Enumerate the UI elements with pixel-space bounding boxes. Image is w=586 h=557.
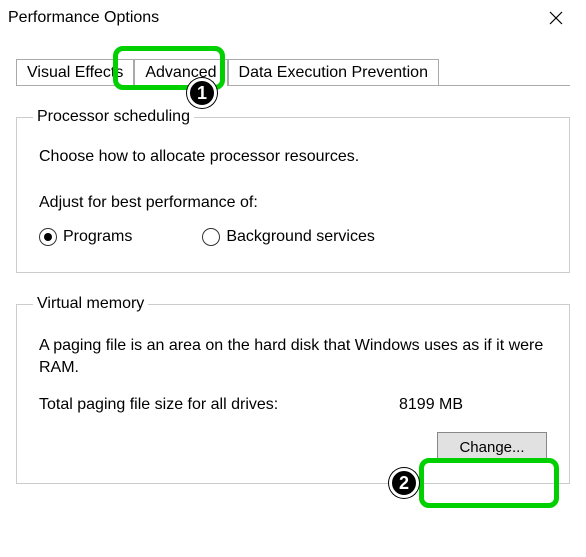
radio-programs[interactable]: Programs xyxy=(39,228,132,246)
tab-strip: Visual Effects Advanced Data Execution P… xyxy=(0,52,586,86)
processor-adjust-label: Adjust for best performance of: xyxy=(39,194,553,212)
virtual-memory-total-value: 8199 MB xyxy=(399,396,463,414)
radio-background-services[interactable]: Background services xyxy=(202,228,375,246)
virtual-memory-total-label: Total paging file size for all drives: xyxy=(39,396,399,414)
group-virtual-memory: Virtual memory A paging file is an area … xyxy=(16,295,570,484)
tab-dep[interactable]: Data Execution Prevention xyxy=(228,59,439,86)
titlebar: Performance Options xyxy=(0,0,586,36)
radio-programs-indicator xyxy=(39,228,57,246)
radio-background-label: Background services xyxy=(226,228,375,246)
legend-processor-scheduling: Processor scheduling xyxy=(33,108,194,126)
change-button[interactable]: Change... xyxy=(437,432,547,463)
processor-radio-row: Programs Background services xyxy=(39,228,553,246)
virtual-memory-button-row: Change... xyxy=(33,432,547,463)
virtual-memory-total-row: Total paging file size for all drives: 8… xyxy=(39,396,547,414)
radio-programs-label: Programs xyxy=(63,228,132,246)
group-processor-scheduling: Processor scheduling Choose how to alloc… xyxy=(16,108,570,273)
tab-advanced[interactable]: Advanced xyxy=(134,59,227,86)
virtual-memory-desc: A paging file is an area on the hard dis… xyxy=(39,335,547,380)
tab-visual-effects[interactable]: Visual Effects xyxy=(16,59,134,86)
tab-content: Processor scheduling Choose how to alloc… xyxy=(0,108,586,484)
close-button[interactable] xyxy=(536,3,576,33)
legend-virtual-memory: Virtual memory xyxy=(33,295,148,313)
processor-desc: Choose how to allocate processor resourc… xyxy=(39,148,553,166)
window-title: Performance Options xyxy=(8,9,159,27)
tab-underline xyxy=(16,85,570,86)
radio-background-indicator xyxy=(202,228,220,246)
close-icon xyxy=(549,11,563,25)
